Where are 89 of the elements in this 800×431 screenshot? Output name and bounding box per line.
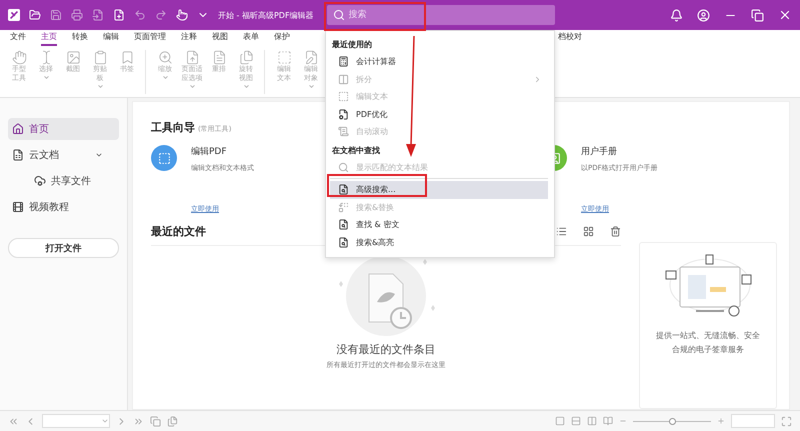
open-folder-icon[interactable]: [29, 9, 41, 21]
caret-icon: [188, 83, 196, 90]
print-icon[interactable]: [71, 9, 83, 21]
search-icon: [332, 9, 345, 21]
card-title: 用户手册: [581, 146, 618, 158]
menu-header: 最近使用的: [331, 39, 373, 51]
search-field[interactable]: 搜索: [326, 5, 555, 25]
search-icon: [338, 162, 349, 173]
page-field[interactable]: [42, 414, 110, 428]
ribbon-tab[interactable]: 文件: [10, 31, 26, 46]
sidebar-item[interactable]: 首页: [8, 118, 119, 140]
open-file-button[interactable]: 打开文件: [8, 238, 119, 258]
continuous-page-icon[interactable]: [571, 416, 581, 426]
zoom-field[interactable]: [731, 414, 775, 428]
page-search-icon: [338, 236, 349, 248]
new-file-icon[interactable]: [113, 9, 125, 21]
pointer-icon[interactable]: [176, 9, 188, 21]
undo-icon[interactable]: [134, 9, 146, 21]
pen-page-icon: [304, 50, 318, 65]
ribbon-tab[interactable]: 页面管理: [134, 31, 166, 46]
ribbon-tab[interactable]: 档校对: [558, 31, 582, 46]
ribbon-tab[interactable]: 注释: [181, 31, 197, 46]
facing-page-icon[interactable]: [587, 416, 597, 426]
menu-item[interactable]: PDF优化: [330, 106, 548, 123]
file-icon[interactable]: [92, 9, 104, 21]
last-page-icon[interactable]: [133, 416, 144, 426]
caret-icon: [96, 83, 104, 90]
fullscreen-icon[interactable]: [781, 416, 792, 426]
hand-icon: [12, 50, 26, 65]
home-icon: [12, 123, 24, 135]
trash-icon[interactable]: [610, 226, 621, 237]
sidebar-item[interactable]: 共享文件: [8, 170, 119, 192]
redo-icon[interactable]: [155, 9, 167, 21]
empty-title: 没有最近的文件条目: [336, 342, 436, 357]
scroll-icon: [338, 126, 349, 138]
image-icon: [66, 50, 80, 65]
film-icon: [12, 201, 24, 213]
page-icon: [212, 50, 226, 65]
menu-item[interactable]: 查找 & 密文: [330, 216, 548, 234]
ribbon-tab[interactable]: 表单: [243, 31, 259, 46]
app-logo-icon[interactable]: [8, 9, 20, 21]
clipboard-icon: [92, 50, 108, 65]
pages-icon: [238, 50, 254, 65]
caret-icon: [162, 74, 168, 81]
book-icon[interactable]: [603, 416, 613, 426]
replace-icon: [338, 202, 349, 213]
window-title: 开始 - 福昕高级PDF编辑器: [218, 10, 314, 20]
close-icon[interactable]: [778, 8, 792, 22]
bell-icon[interactable]: [670, 8, 683, 22]
grid-view-icon[interactable]: [583, 226, 594, 237]
zoom-in-icon[interactable]: [717, 417, 725, 425]
menu-item[interactable]: 会计计算器: [330, 53, 548, 70]
save-icon[interactable]: [50, 9, 62, 21]
caret-icon: [101, 417, 109, 425]
user-icon[interactable]: [697, 8, 710, 22]
cloud-icon: [34, 175, 46, 187]
promo-text: 提供一站式、无缝流畅、安全合规的电子签章服务: [655, 330, 761, 356]
caret-icon: [242, 83, 250, 90]
ribbon-tab[interactable]: 保护: [274, 31, 290, 46]
menu-item[interactable]: 搜索&高亮: [330, 234, 548, 251]
split-icon: [338, 74, 349, 85]
pages-icon[interactable]: [167, 416, 178, 426]
ribbon-tab[interactable]: 转换: [72, 31, 88, 46]
zoom-in-icon: [158, 50, 172, 65]
list-view-icon[interactable]: [556, 226, 567, 237]
menu-item[interactable]: 高级搜索...: [330, 181, 548, 198]
card-title: 编辑PDF: [191, 146, 228, 158]
page-gear-icon: [338, 108, 349, 120]
section-title: 最近的文件: [151, 224, 206, 239]
section-title: 工具向导: [151, 121, 195, 134]
sidebar-item[interactable]: 视频教程: [8, 196, 119, 218]
text-frame-icon: [338, 91, 349, 102]
first-page-icon[interactable]: [8, 416, 19, 426]
sidebar-item[interactable]: 云文档: [8, 144, 119, 166]
caret-icon: [42, 74, 50, 81]
document-icon: [12, 149, 24, 161]
restore-icon[interactable]: [751, 8, 764, 22]
caret-icon: [308, 83, 314, 90]
slider-thumb[interactable]: [669, 418, 676, 424]
calculator-icon: [338, 56, 349, 68]
pages-icon[interactable]: [150, 416, 161, 426]
page-search-icon: [338, 219, 349, 230]
text-frame-icon: [276, 50, 292, 65]
page-icon: [184, 50, 200, 65]
single-page-icon[interactable]: [555, 416, 565, 426]
caret-icon: [95, 151, 103, 159]
ribbon-tab[interactable]: 视图: [212, 31, 228, 46]
menu-header: 在文档中查找: [331, 144, 381, 156]
ribbon-tab[interactable]: 编辑: [103, 31, 119, 46]
